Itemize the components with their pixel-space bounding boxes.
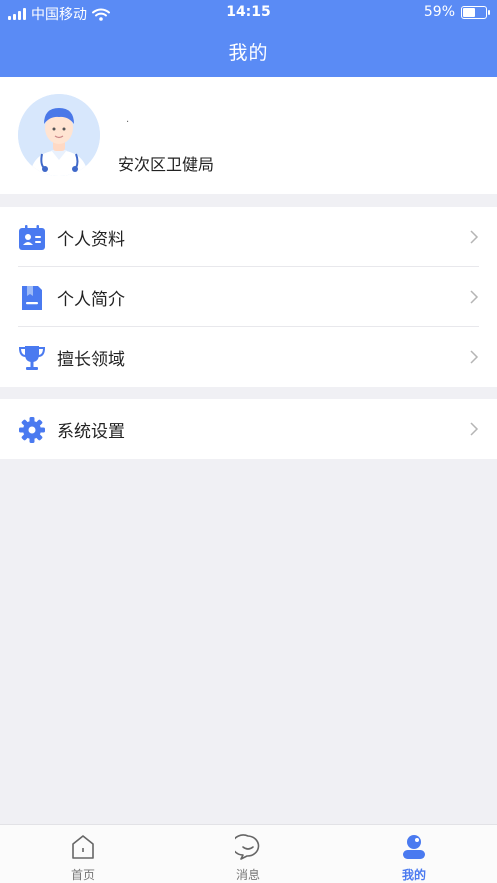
menu-item-system-settings[interactable]: 系统设置 [0,399,497,459]
tab-mine[interactable]: 我的 [354,825,474,883]
clock: 14:15 [226,4,271,20]
id-card-icon [19,225,45,250]
status-bar: 中国移动 14:15 59% [0,0,497,26]
menu-label: 系统设置 [57,421,125,442]
doctor-avatar-icon [18,94,100,176]
battery-fill [463,7,475,17]
menu-group-settings: 系统设置 [0,399,497,459]
trophy-icon [18,346,46,370]
battery-icon [461,5,490,19]
tab-label: 首页 [70,868,95,882]
chevron-right-icon [470,350,479,364]
battery-percent: 59% [423,4,455,20]
menu-item-expertise[interactable]: 擅长领域 [0,327,497,387]
tab-bar: 首页 消息 我的 [0,824,497,883]
message-icon [235,834,260,860]
user-name: · [126,117,130,128]
menu-label: 擅长领域 [57,349,125,370]
chevron-right-icon [470,290,479,304]
gear-icon [19,417,45,443]
menu-item-personal-info[interactable]: 个人资料 [0,207,497,267]
menu-label: 个人简介 [57,289,125,310]
menu-item-personal-bio[interactable]: 个人简介 [0,267,497,327]
chevron-right-icon [470,422,479,436]
page-title: 我的 [228,42,269,64]
home-icon [72,835,94,859]
menu-label: 个人资料 [57,229,125,250]
tab-label: 消息 [235,868,260,882]
app-header: 中国移动 14:15 59% 我的 [0,0,497,77]
chevron-right-icon [470,230,479,244]
tab-messages[interactable]: 消息 [188,825,308,883]
menu-group-profile: 个人资料 个人简介 擅长领域 [0,207,497,387]
profile-card[interactable]: · 安次区卫健局 [0,77,497,194]
profile-icon [403,835,425,859]
tab-home[interactable]: 首页 [23,825,143,883]
book-icon [22,286,42,310]
tab-label: 我的 [401,868,426,882]
organization-name: 安次区卫健局 [118,155,215,174]
